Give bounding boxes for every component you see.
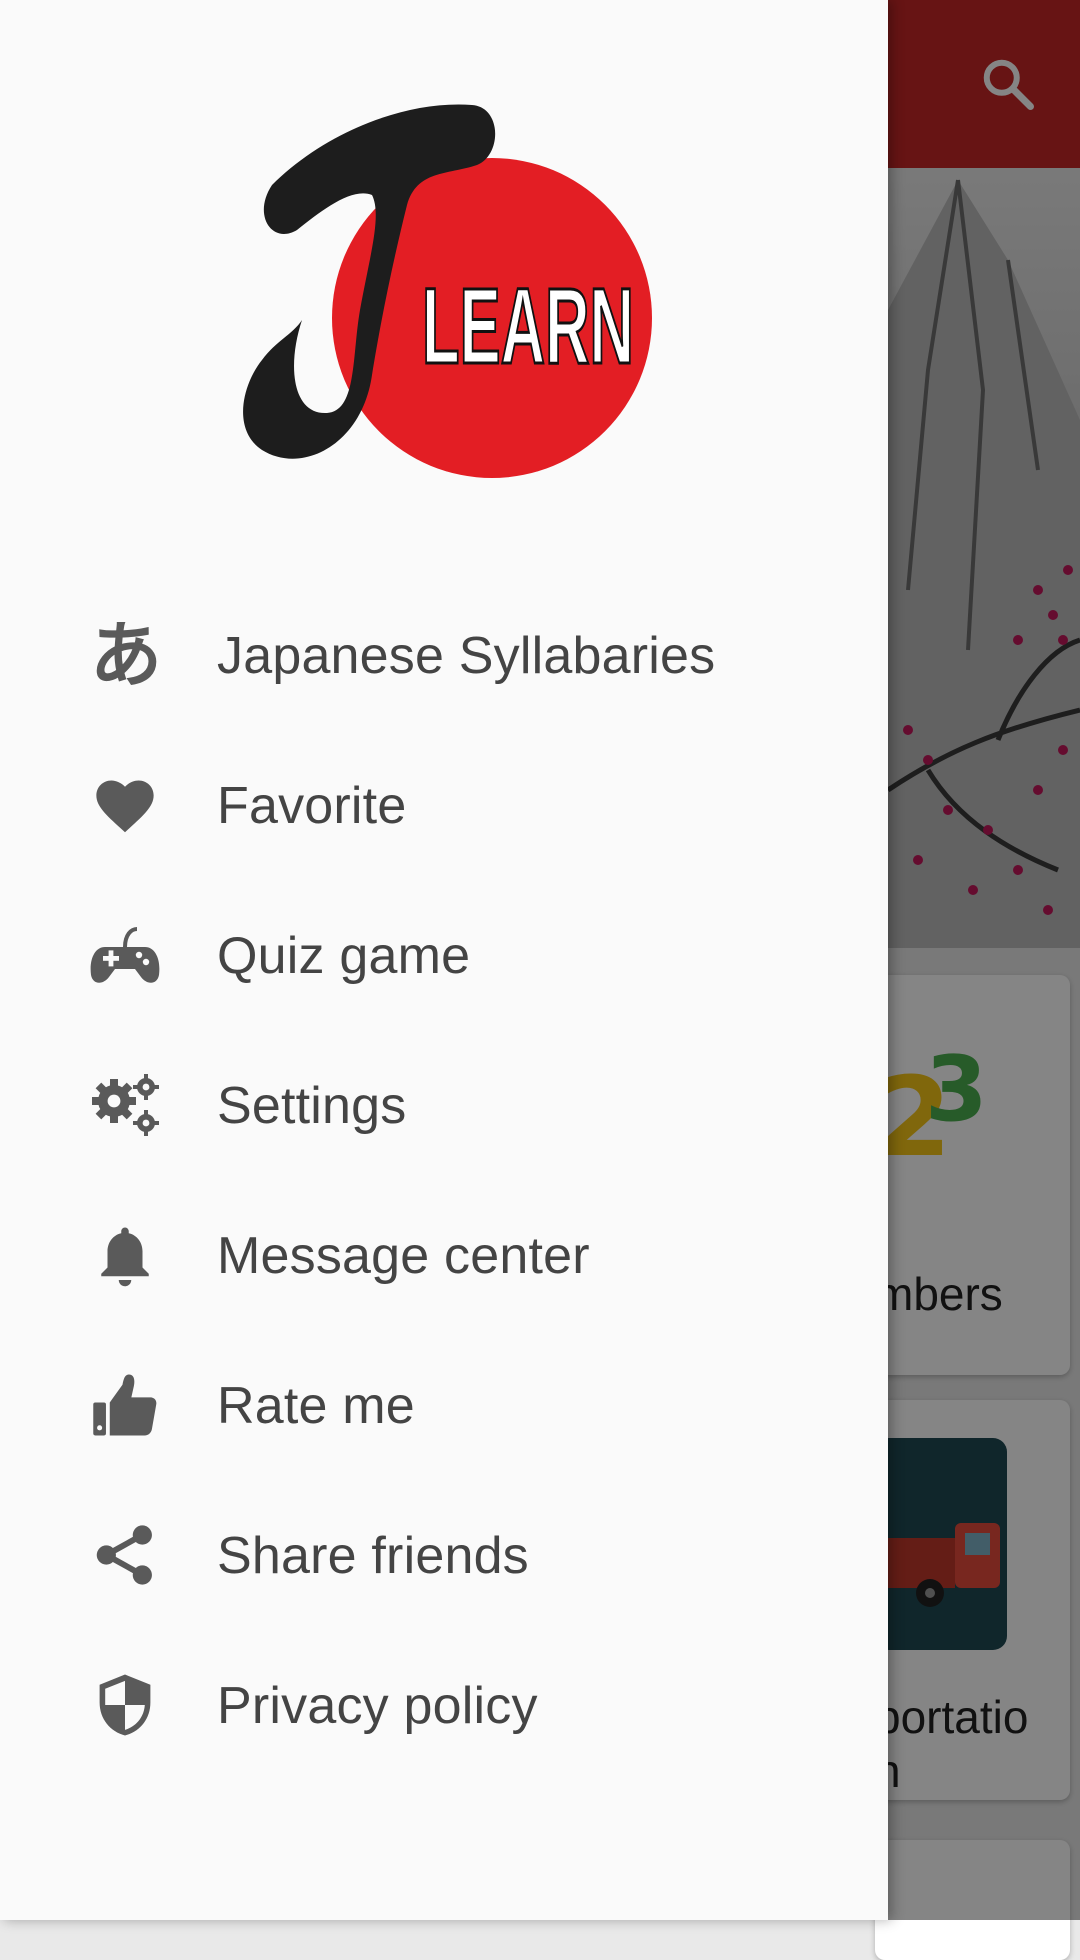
hiragana-a-icon: あ <box>88 622 162 688</box>
menu-item-label: Japanese Syllabaries <box>217 627 716 685</box>
menu-item-label: Settings <box>217 1077 407 1135</box>
menu-item-label: Favorite <box>217 777 407 835</box>
heart-icon <box>88 772 162 838</box>
menu-item-label: Rate me <box>217 1377 415 1435</box>
menu-item-message-center[interactable]: Message center <box>0 1180 888 1330</box>
logo-text: LEARN <box>422 265 634 386</box>
menu-item-privacy-policy[interactable]: Privacy policy <box>0 1630 888 1780</box>
shield-icon <box>88 1672 162 1738</box>
menu-item-label: Quiz game <box>217 927 471 985</box>
bell-icon <box>88 1222 162 1288</box>
drawer-menu: あ Japanese Syllabaries Favorite Quiz gam… <box>0 580 888 1780</box>
menu-item-label: Share friends <box>217 1527 529 1585</box>
app-logo: LEARN <box>232 95 652 485</box>
menu-item-settings[interactable]: Settings <box>0 1030 888 1180</box>
navigation-drawer: LEARN あ Japanese Syllabaries Favorite Qu… <box>0 0 888 1920</box>
menu-item-share-friends[interactable]: Share friends <box>0 1480 888 1630</box>
menu-item-rate-me[interactable]: Rate me <box>0 1330 888 1480</box>
menu-item-label: Message center <box>217 1227 590 1285</box>
menu-item-quiz-game[interactable]: Quiz game <box>0 880 888 1030</box>
menu-item-label: Privacy policy <box>217 1677 538 1735</box>
menu-item-japanese-syllabaries[interactable]: あ Japanese Syllabaries <box>0 580 888 730</box>
thumbs-up-icon <box>88 1372 162 1438</box>
menu-item-favorite[interactable]: Favorite <box>0 730 888 880</box>
share-icon <box>88 1522 162 1588</box>
gamepad-icon <box>88 922 162 988</box>
gears-icon <box>88 1072 162 1138</box>
svg-text:あ: あ <box>90 622 160 688</box>
